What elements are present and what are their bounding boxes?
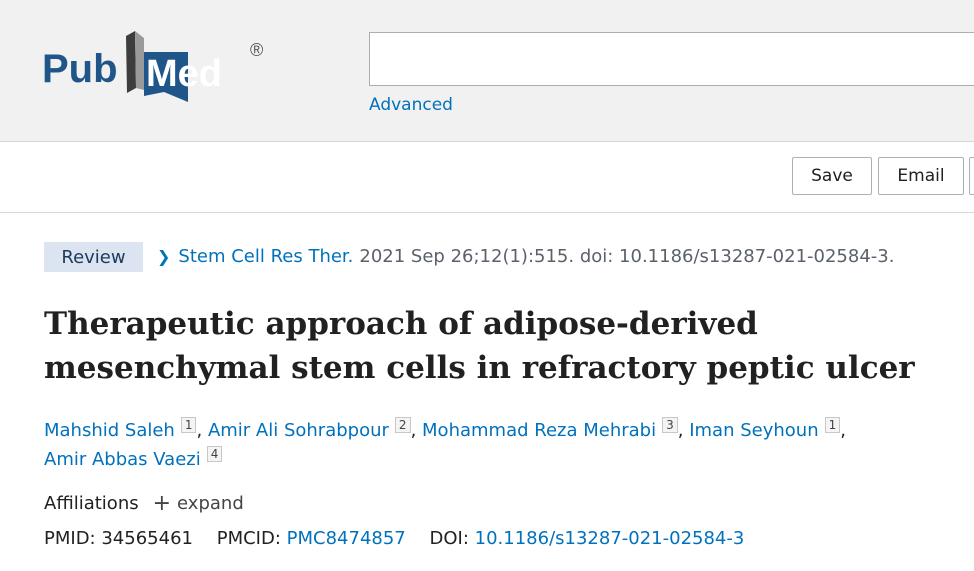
citation-line: ❯ Stem Cell Res Ther. 2021 Sep 26;12(1):… (157, 246, 894, 267)
author-item: Amir Ali Sohrabpour 2, (207, 417, 417, 441)
affiliations-label: Affiliations (44, 493, 139, 514)
pmid: PMID: 34565461 (44, 528, 193, 549)
logo-text-pub: Pub (42, 47, 118, 91)
article-type-badge: Review (44, 242, 143, 272)
author-item: Mahshid Saleh 1, (44, 417, 203, 441)
action-toolbar: Save Email (0, 142, 974, 213)
expand-label: expand (177, 493, 244, 514)
author-link[interactable]: Amir Abbas Vaezi (44, 449, 201, 470)
doi: DOI: 10.1186/s13287-021-02584-3 (430, 528, 745, 549)
registered-mark: ® (250, 40, 263, 60)
chevron-right-icon[interactable]: ❯ (157, 247, 170, 266)
affiliation-number[interactable]: 3 (662, 417, 678, 433)
advanced-search-link[interactable]: Advanced (369, 95, 453, 115)
affiliation-number[interactable]: 1 (180, 417, 197, 433)
pmid-label: PMID: (44, 528, 96, 549)
author-item: Amir Abbas Vaezi 4 (44, 446, 223, 470)
author-link[interactable]: Mohammad Reza Mehrabi (422, 420, 656, 441)
author-item: Iman Seyhoun 1, (689, 417, 846, 441)
affiliations-row: Affiliations + expand (44, 490, 244, 516)
author-list: Mahshid Saleh 1, Amir Ali Sohrabpour 2, Mo… (44, 416, 944, 474)
author-link[interactable]: Amir Ali Sohrabpour (208, 420, 389, 441)
affiliation-number[interactable]: 4 (206, 446, 223, 462)
affiliation-number[interactable]: 2 (394, 417, 411, 433)
pubmed-logo-icon: Pub Med ® (42, 31, 263, 102)
title-line-1: Therapeutic approach of adipose-derived (44, 306, 758, 342)
author-item: Mohammad Reza Mehrabi 3, (422, 417, 684, 441)
doi-label: DOI: (429, 528, 469, 549)
affiliation-number[interactable]: 1 (824, 417, 841, 433)
pubmed-logo[interactable]: Pub Med ® (40, 26, 272, 106)
citation-details: 2021 Sep 26;12(1):515. doi: 10.1186/s132… (359, 246, 895, 267)
article-title: Therapeutic approach of adipose-derived … (44, 302, 944, 390)
logo-text-med: Med (146, 53, 222, 95)
plus-icon: + (152, 490, 172, 516)
email-button[interactable]: Email (878, 157, 964, 195)
search-input[interactable] (369, 32, 974, 86)
article-identifiers: PMID: 34565461 PMCID: PMC8474857 DOI: 10… (44, 528, 762, 549)
doi-link[interactable]: 10.1186/s13287-021-02584-3 (475, 528, 745, 549)
title-line-2: mesenchymal stem cells in refractory pep… (44, 350, 915, 386)
pmcid-link[interactable]: PMC8474857 (287, 528, 406, 549)
journal-link[interactable]: Stem Cell Res Ther. (178, 246, 353, 267)
author-link[interactable]: Iman Seyhoun (689, 420, 818, 441)
affiliations-expand-toggle[interactable]: + expand (152, 490, 244, 516)
site-header: Pub Med ® Advanced (0, 0, 974, 142)
author-link[interactable]: Mahshid Saleh (44, 420, 175, 441)
save-button[interactable]: Save (792, 157, 872, 195)
pmcid-label: PMCID: (216, 528, 281, 549)
pmid-value: 34565461 (101, 528, 193, 549)
more-actions-button[interactable] (969, 157, 974, 195)
pmcid: PMCID: PMC8474857 (217, 528, 406, 549)
